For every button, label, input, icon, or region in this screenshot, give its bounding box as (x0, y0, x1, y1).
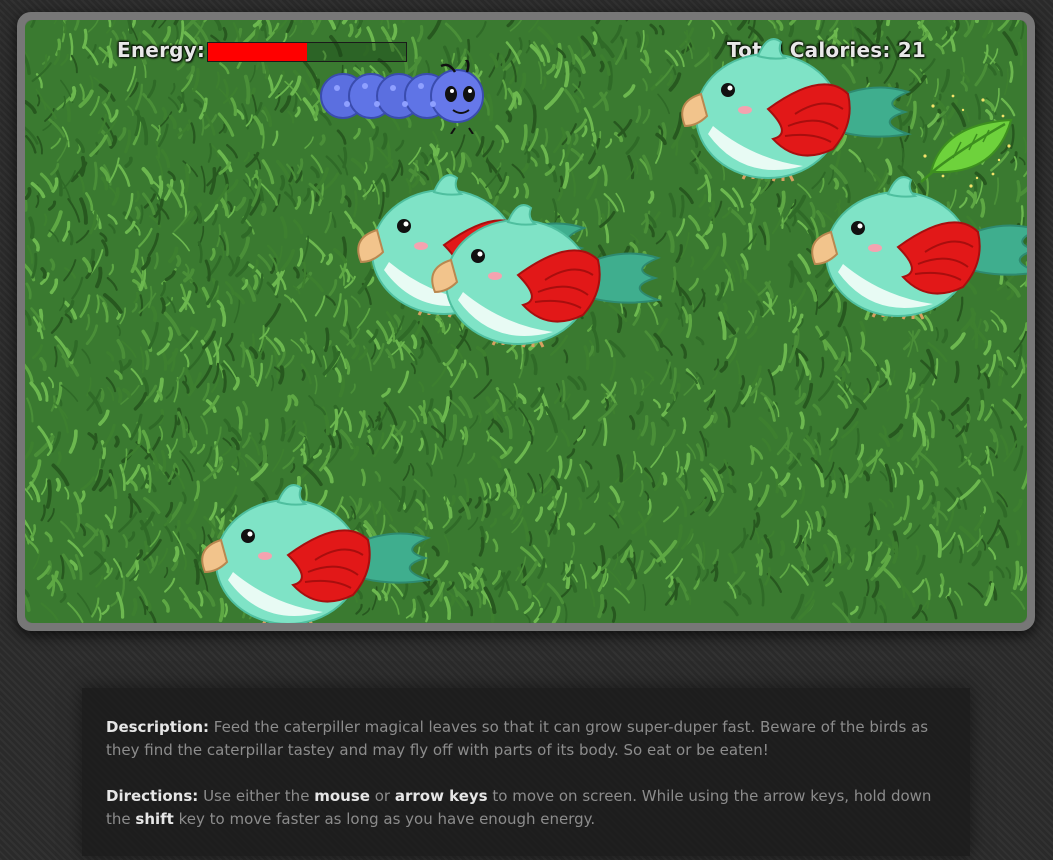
grass-blade (563, 60, 570, 88)
grass-blade (252, 274, 259, 291)
grass-blade (167, 326, 174, 342)
grass-blade (55, 477, 62, 492)
grass-blade (261, 445, 268, 467)
grass-blade (650, 421, 656, 446)
grass-blade (754, 512, 761, 528)
grass-blade (45, 479, 52, 509)
directions-paragraph: Directions: Use either the mouse or arro… (106, 785, 946, 831)
grass-blade (789, 260, 795, 289)
grass-blade (280, 417, 286, 442)
grass-blade (779, 540, 786, 557)
grass-blade (954, 20, 960, 31)
grass-blade (1009, 61, 1014, 83)
energy-bar (207, 42, 407, 62)
description-paragraph: Description: Feed the caterpiller magica… (106, 716, 946, 762)
grass-blade (722, 302, 728, 314)
grass-blade (592, 31, 598, 45)
energy-label: Energy: (117, 38, 206, 62)
grass-blade (279, 174, 286, 191)
shift-keyword: shift (135, 810, 174, 828)
grass-blade (114, 435, 120, 448)
description-text: Feed the caterpiller magical leaves so t… (106, 718, 929, 759)
grass-blade (28, 216, 35, 239)
grass-blade (260, 203, 267, 216)
grass-blade (263, 64, 270, 80)
grass-blade (603, 417, 608, 447)
grass-blade (749, 202, 755, 215)
grass-blade (599, 60, 605, 73)
magic-leaf-icon (920, 94, 1013, 188)
grass-blade (844, 474, 849, 499)
mouse-keyword: mouse (314, 787, 370, 805)
game-frame: Energy: Total Calories: 21 (17, 12, 1035, 631)
directions-label: Directions: (106, 787, 199, 805)
directions-text: key to move faster as long as you have e… (178, 810, 596, 828)
caterpillar-icon (320, 60, 484, 134)
grass-blade (884, 359, 891, 379)
grass-blade (183, 165, 190, 193)
grass-blade (860, 331, 866, 351)
grass-blade (931, 492, 936, 505)
directions-text: Use either the (203, 787, 310, 805)
grass-blade (799, 411, 805, 430)
bird-icon (193, 480, 433, 623)
description-label: Description: (106, 718, 210, 736)
bird-icon (673, 34, 913, 184)
grass-blade (222, 369, 227, 393)
grass-blade (945, 26, 952, 40)
grass-blade (912, 412, 918, 438)
game-canvas[interactable]: Energy: Total Calories: 21 (25, 20, 1027, 623)
grass-blade (131, 597, 138, 617)
arrow-keys-keyword: arrow keys (394, 787, 488, 805)
grass-blade (301, 369, 306, 381)
grass-blade (712, 411, 718, 424)
grass-blade (401, 20, 406, 23)
grass-blade (557, 455, 563, 479)
grass-blade (565, 130, 572, 145)
grass-blade (484, 503, 491, 518)
grass-blade (180, 179, 185, 197)
grass-blade (99, 388, 105, 403)
grass-blade (815, 20, 821, 31)
info-panel: Description: Feed the caterpiller magica… (82, 688, 970, 856)
grass-blade (241, 341, 246, 368)
grass-blade (175, 254, 182, 267)
energy-bar-fill (208, 43, 307, 61)
directions-text: or (374, 787, 391, 805)
grass-blade (463, 426, 469, 446)
grass-blade (340, 184, 346, 204)
bird-icon (423, 200, 663, 350)
grass-blade (748, 482, 754, 501)
grass-blade (368, 137, 374, 162)
